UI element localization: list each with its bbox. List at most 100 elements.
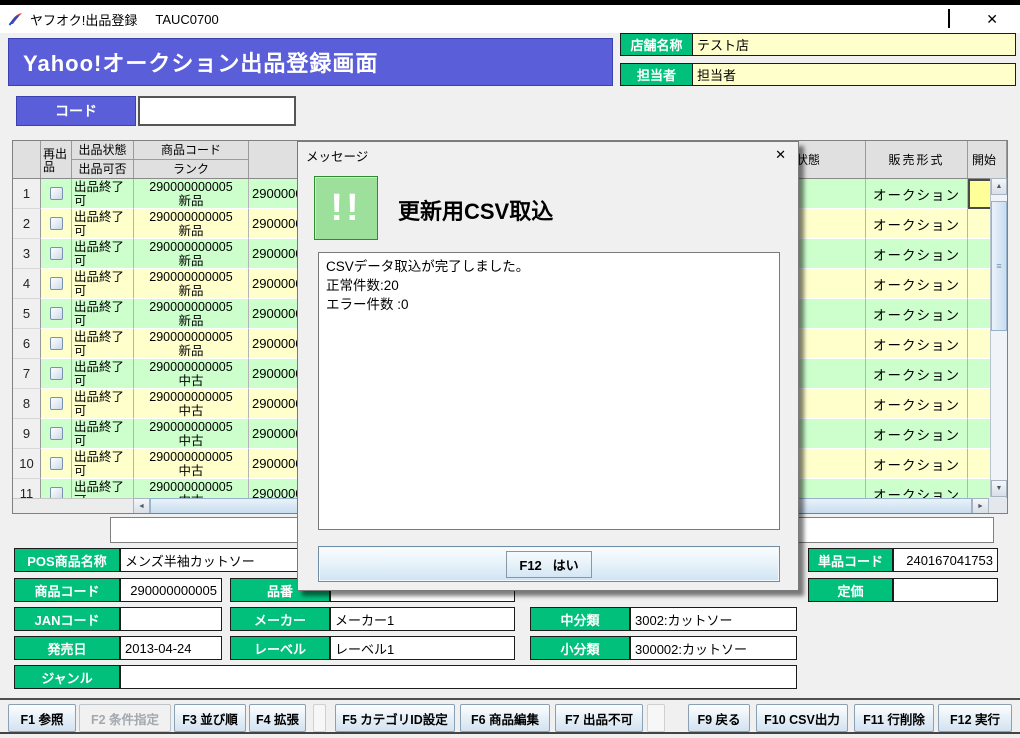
row-number: 5 bbox=[13, 299, 41, 329]
resubmit-checkbox[interactable] bbox=[50, 217, 63, 230]
row-number: 2 bbox=[13, 209, 41, 239]
row-number: 9 bbox=[13, 419, 41, 449]
row-number: 3 bbox=[13, 239, 41, 269]
mid-category-field[interactable]: 3002:カットソー bbox=[630, 607, 797, 631]
resubmit-cell[interactable] bbox=[41, 389, 72, 419]
resubmit-cell[interactable] bbox=[41, 419, 72, 449]
store-name-label: 店舗名称 bbox=[621, 34, 693, 55]
resubmit-checkbox[interactable] bbox=[50, 187, 63, 200]
resubmit-cell[interactable] bbox=[41, 269, 72, 299]
dialog-message-line: 正常件数:20 bbox=[326, 276, 772, 295]
genre-field[interactable] bbox=[120, 665, 797, 689]
resubmit-checkbox[interactable] bbox=[50, 397, 63, 410]
sale-format-cell: オークション bbox=[866, 329, 968, 359]
vertical-scrollbar[interactable]: ▲ ≡ ▼ bbox=[990, 178, 1007, 497]
fkey-button-f10[interactable]: F10 CSV出力 bbox=[756, 704, 848, 732]
page-title-banner: Yahoo!オークション出品登録画面 bbox=[8, 38, 613, 86]
fkey-button-f11[interactable]: F11 行削除 bbox=[854, 704, 934, 732]
window-title: ヤフオク!出品登録 bbox=[30, 10, 137, 29]
resubmit-checkbox[interactable] bbox=[50, 337, 63, 350]
resubmit-checkbox[interactable] bbox=[50, 307, 63, 320]
listing-state-cell: 出品終了可 bbox=[72, 389, 134, 419]
product-code-field[interactable]: 290000000005 bbox=[120, 578, 222, 602]
message-dialog: メッセージ ✕ !! 更新用CSV取込 CSVデータ取込が完了しました。 正常件… bbox=[297, 141, 799, 591]
fkey-spacer bbox=[647, 704, 665, 732]
sale-format-cell: オークション bbox=[866, 179, 968, 209]
fkey-button-f5[interactable]: F5 カテゴリID設定 bbox=[335, 704, 455, 732]
fkey-button-f7[interactable]: F7 出品不可 bbox=[555, 704, 643, 732]
listing-state-cell: 出品終了可 bbox=[72, 419, 134, 449]
fkey-button-f12[interactable]: F12 実行 bbox=[938, 704, 1012, 732]
jan-label: JANコード bbox=[14, 607, 120, 631]
sale-format-cell: オークション bbox=[866, 359, 968, 389]
scroll-left-icon[interactable]: ◄ bbox=[133, 498, 150, 514]
label-name-field[interactable]: レーベル1 bbox=[330, 636, 515, 660]
page-title: Yahoo!オークション出品登録画面 bbox=[23, 46, 378, 78]
row-number: 4 bbox=[13, 269, 41, 299]
fkey-button-f1[interactable]: F1 参照 bbox=[8, 704, 76, 732]
list-price-field[interactable] bbox=[893, 578, 998, 602]
scroll-up-icon[interactable]: ▲ bbox=[991, 178, 1007, 195]
hscroll-right-corner bbox=[989, 498, 1007, 514]
sale-format-cell: オークション bbox=[866, 299, 968, 329]
resubmit-cell[interactable] bbox=[41, 359, 72, 389]
item-code-label: 単品コード bbox=[808, 548, 893, 572]
row-number: 8 bbox=[13, 389, 41, 419]
person-row: 担当者 担当者 bbox=[620, 63, 1016, 86]
resubmit-checkbox[interactable] bbox=[50, 487, 63, 498]
header-product-code: 商品コード ランク bbox=[134, 141, 249, 178]
window-titlebar: ヤフオク!出品登録 TAUC0700 ✕ bbox=[0, 5, 1020, 33]
listing-state-cell: 出品終了可 bbox=[72, 269, 134, 299]
dialog-message-line: エラー件数 :0 bbox=[326, 295, 772, 314]
fkey-button-f4[interactable]: F4 拡張 bbox=[249, 704, 306, 732]
product-code-label: 商品コード bbox=[14, 578, 120, 602]
scroll-right-icon[interactable]: ► bbox=[972, 498, 989, 514]
dialog-close-icon[interactable]: ✕ bbox=[771, 147, 790, 163]
listing-state-cell: 出品終了可 bbox=[72, 359, 134, 389]
maker-field[interactable]: メーカー1 bbox=[330, 607, 515, 631]
resubmit-cell[interactable] bbox=[41, 449, 72, 479]
scroll-down-icon[interactable]: ▼ bbox=[991, 480, 1007, 497]
resubmit-cell[interactable] bbox=[41, 479, 72, 498]
close-icon[interactable]: ✕ bbox=[986, 12, 998, 26]
listing-state-cell: 出品終了可 bbox=[72, 209, 134, 239]
person-label: 担当者 bbox=[621, 64, 693, 85]
fkey-button-f6[interactable]: F6 商品編集 bbox=[460, 704, 550, 732]
listing-state-cell: 出品終了可 bbox=[72, 329, 134, 359]
resubmit-checkbox[interactable] bbox=[50, 277, 63, 290]
listing-state-cell: 出品終了可 bbox=[72, 179, 134, 209]
listing-state-cell: 出品終了可 bbox=[72, 299, 134, 329]
release-date-field[interactable]: 2013-04-24 bbox=[120, 636, 222, 660]
small-category-field[interactable]: 300002:カットソー bbox=[630, 636, 797, 660]
hscroll-left-corner bbox=[13, 498, 133, 514]
vscroll-track[interactable]: ≡ bbox=[991, 195, 1007, 480]
header-resubmit: 再出品 bbox=[41, 141, 72, 178]
resubmit-checkbox[interactable] bbox=[50, 427, 63, 440]
fkey-button-f9[interactable]: F9 戻る bbox=[688, 704, 750, 732]
resubmit-cell[interactable] bbox=[41, 179, 72, 209]
fkey-button-f3[interactable]: F3 並び順 bbox=[174, 704, 246, 732]
product-code-cell: 290000000005新品 bbox=[134, 329, 249, 359]
maker-label: メーカー bbox=[230, 607, 330, 631]
product-code-cell: 290000000005中古 bbox=[134, 479, 249, 498]
sale-format-cell: オークション bbox=[866, 419, 968, 449]
item-code-field[interactable]: 240167041753 bbox=[893, 548, 998, 572]
vscroll-thumb[interactable]: ≡ bbox=[991, 201, 1007, 331]
mid-category-label: 中分類 bbox=[530, 607, 630, 631]
pos-name-label: POS商品名称 bbox=[14, 548, 120, 572]
header-state: 出品状態 出品可否 bbox=[72, 141, 134, 178]
dialog-yes-button[interactable]: F12 はい bbox=[318, 546, 780, 582]
resubmit-checkbox[interactable] bbox=[50, 367, 63, 380]
resubmit-checkbox[interactable] bbox=[50, 457, 63, 470]
resubmit-cell[interactable] bbox=[41, 209, 72, 239]
resubmit-checkbox[interactable] bbox=[50, 247, 63, 260]
code-search-input[interactable] bbox=[138, 96, 296, 126]
resubmit-cell[interactable] bbox=[41, 329, 72, 359]
maximize-icon[interactable] bbox=[948, 10, 950, 28]
fkey-button-f2: F2 条件指定 bbox=[79, 704, 171, 732]
jan-field[interactable] bbox=[120, 607, 222, 631]
code-search-label: コード bbox=[16, 96, 136, 126]
sale-format-cell: オークション bbox=[866, 479, 968, 498]
resubmit-cell[interactable] bbox=[41, 299, 72, 329]
resubmit-cell[interactable] bbox=[41, 239, 72, 269]
